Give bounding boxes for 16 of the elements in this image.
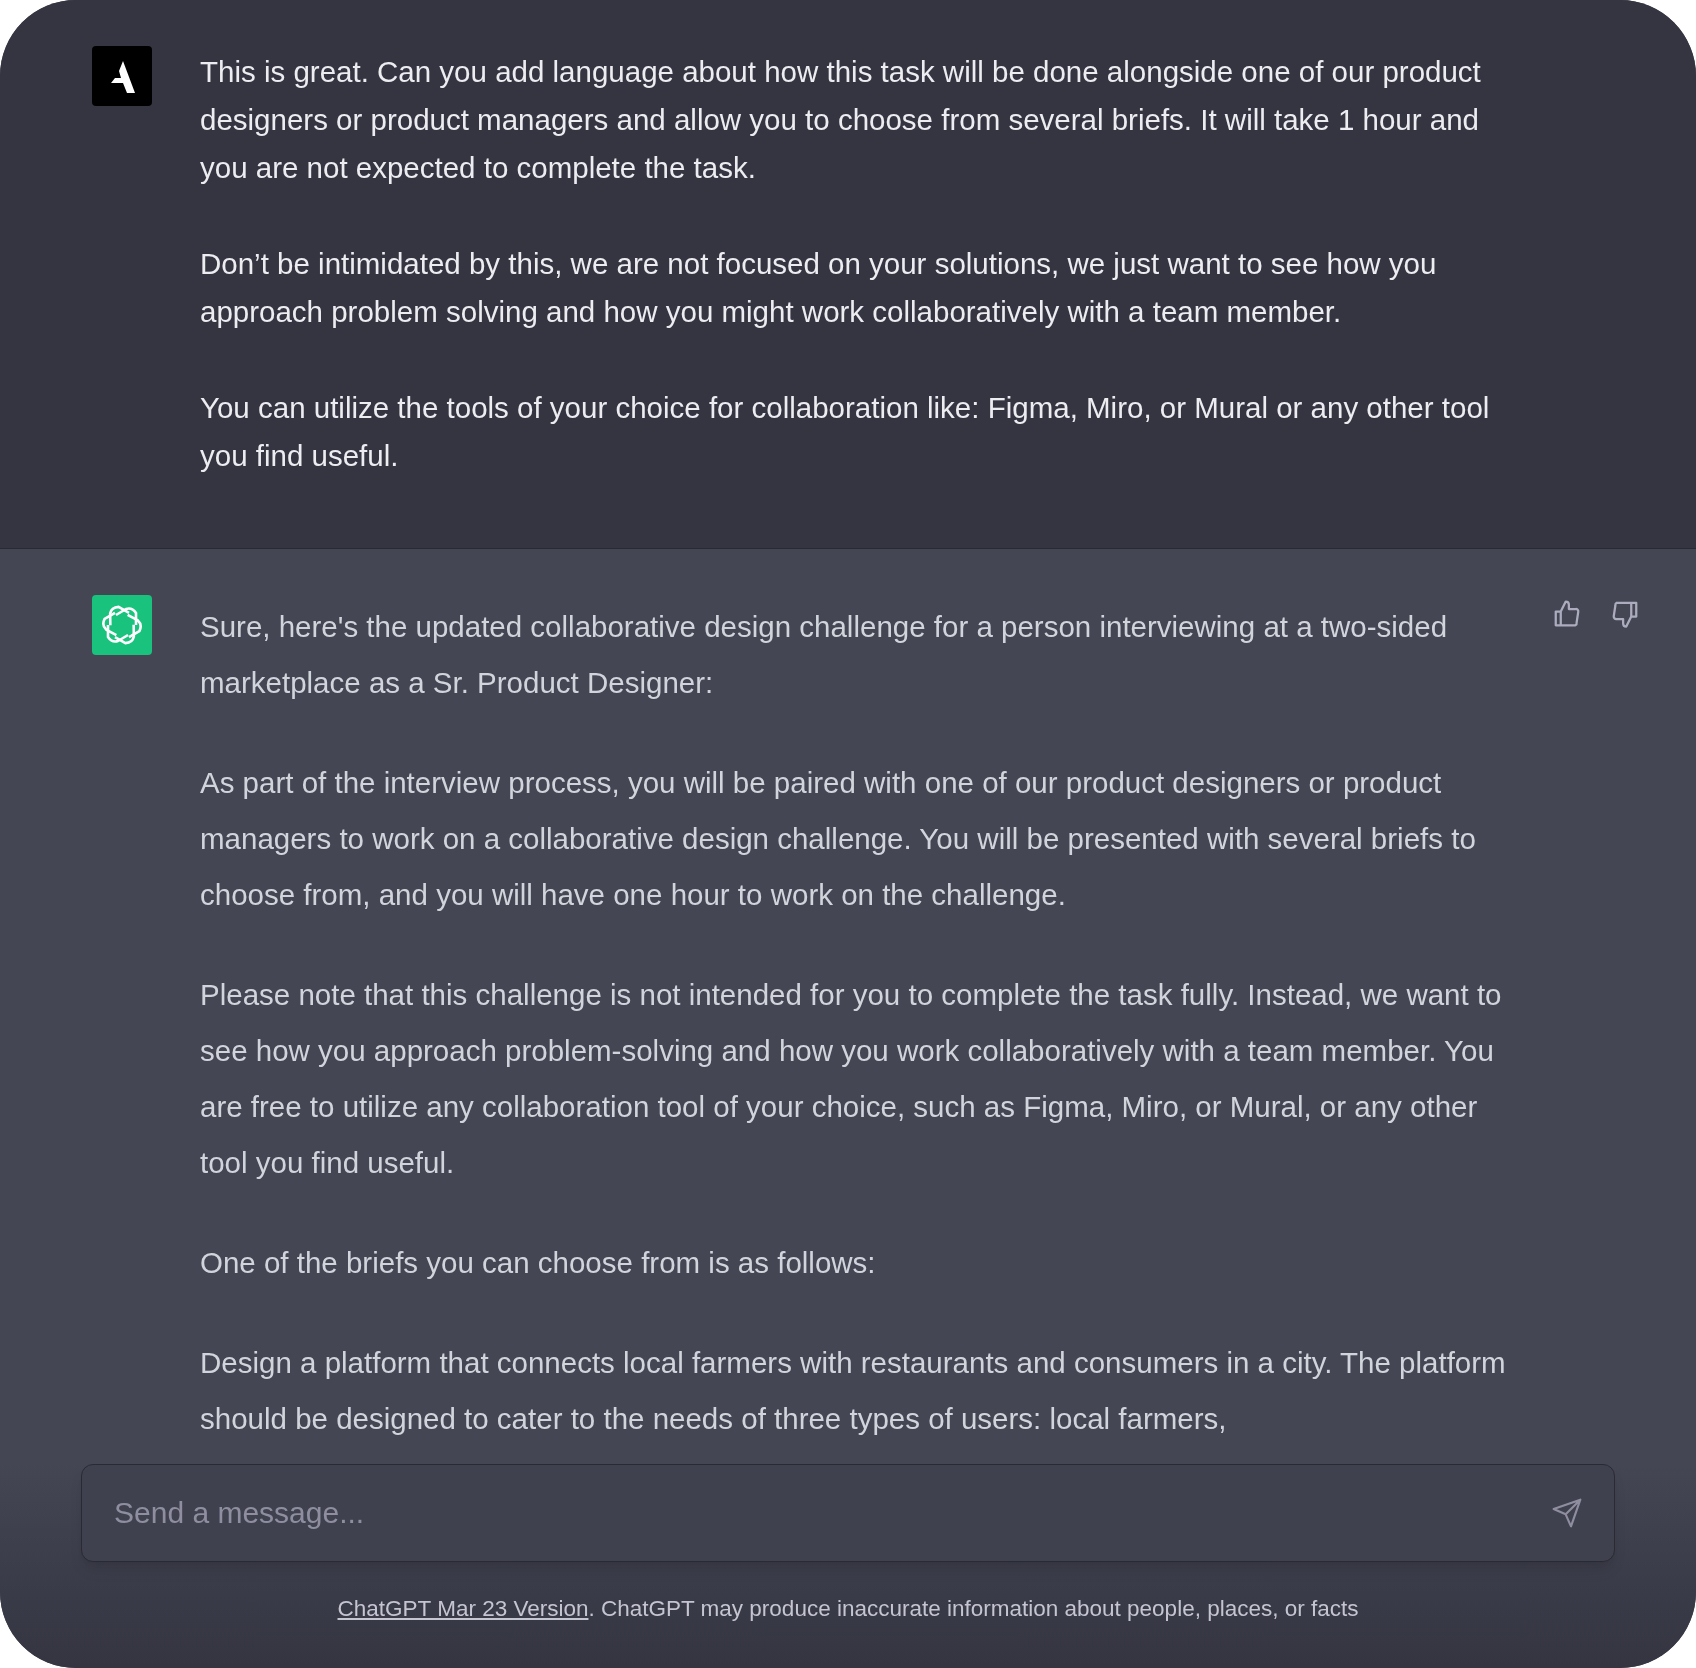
message-paragraph: This is great. Can you add language about how this task will be done alongside one of our product designers or product managers and allow you to choose from several briefs. It will take 1 hour and you are not expected to complete the task. — [200, 54, 1482, 186]
message-paragraph: Design a platform that connects local farmers with restaurants and consumers in a city. The platform should be designed to cater to the needs of three types of users: local farmers, — [200, 1345, 1507, 1437]
version-link[interactable]: ChatGPT Mar 23 Version — [337, 1596, 589, 1622]
disclaimer-text: ChatGPT Mar 23 Version. ChatGPT may produce inaccurate information about people, places, or facts — [337, 1595, 1359, 1624]
message-paragraph: Don’t be intimidated by this, we are not focused on your solutions, we just want to see how you approach problem solving and how you might work collaboratively with a team member. — [200, 246, 1438, 330]
message-paragraph: You can utilize the tools of your choice for collaboration like: Figma, Miro, or Mural or any other tool you find useful. — [200, 390, 1491, 474]
message-input[interactable]: Send a message... — [81, 1464, 1615, 1563]
send-icon[interactable] — [1551, 1497, 1583, 1530]
thumbs-up-icon — [1552, 599, 1582, 629]
message-paragraph: As part of the interview process, you will be paired with one of our product designers or product managers to work on a collaborative design challenge. You will be presented with several briefs to choose from, and you will have one hour to work on the challenge. — [200, 765, 1477, 913]
message-paragraph: Sure, here's the updated collaborative design challenge for a person interviewing at a two-sided marketplace as a Sr. Product Designer: — [200, 609, 1449, 701]
message-paragraph: Please note that this challenge is not intended for you to complete the task fully. Instead, we want to see how you approach problem-solving and how you work collaboratively with a team member. You are free to utilize any collaboration tool of your choice, such as Figma, Miro, or Mural, or any other tool you find useful. — [200, 977, 1503, 1181]
thumbs-down-icon — [1610, 599, 1640, 629]
logo-icon — [109, 59, 135, 93]
knot-logo-icon — [101, 604, 143, 646]
message-paragraph: One of the briefs you can choose from is as follows: — [200, 1245, 877, 1281]
